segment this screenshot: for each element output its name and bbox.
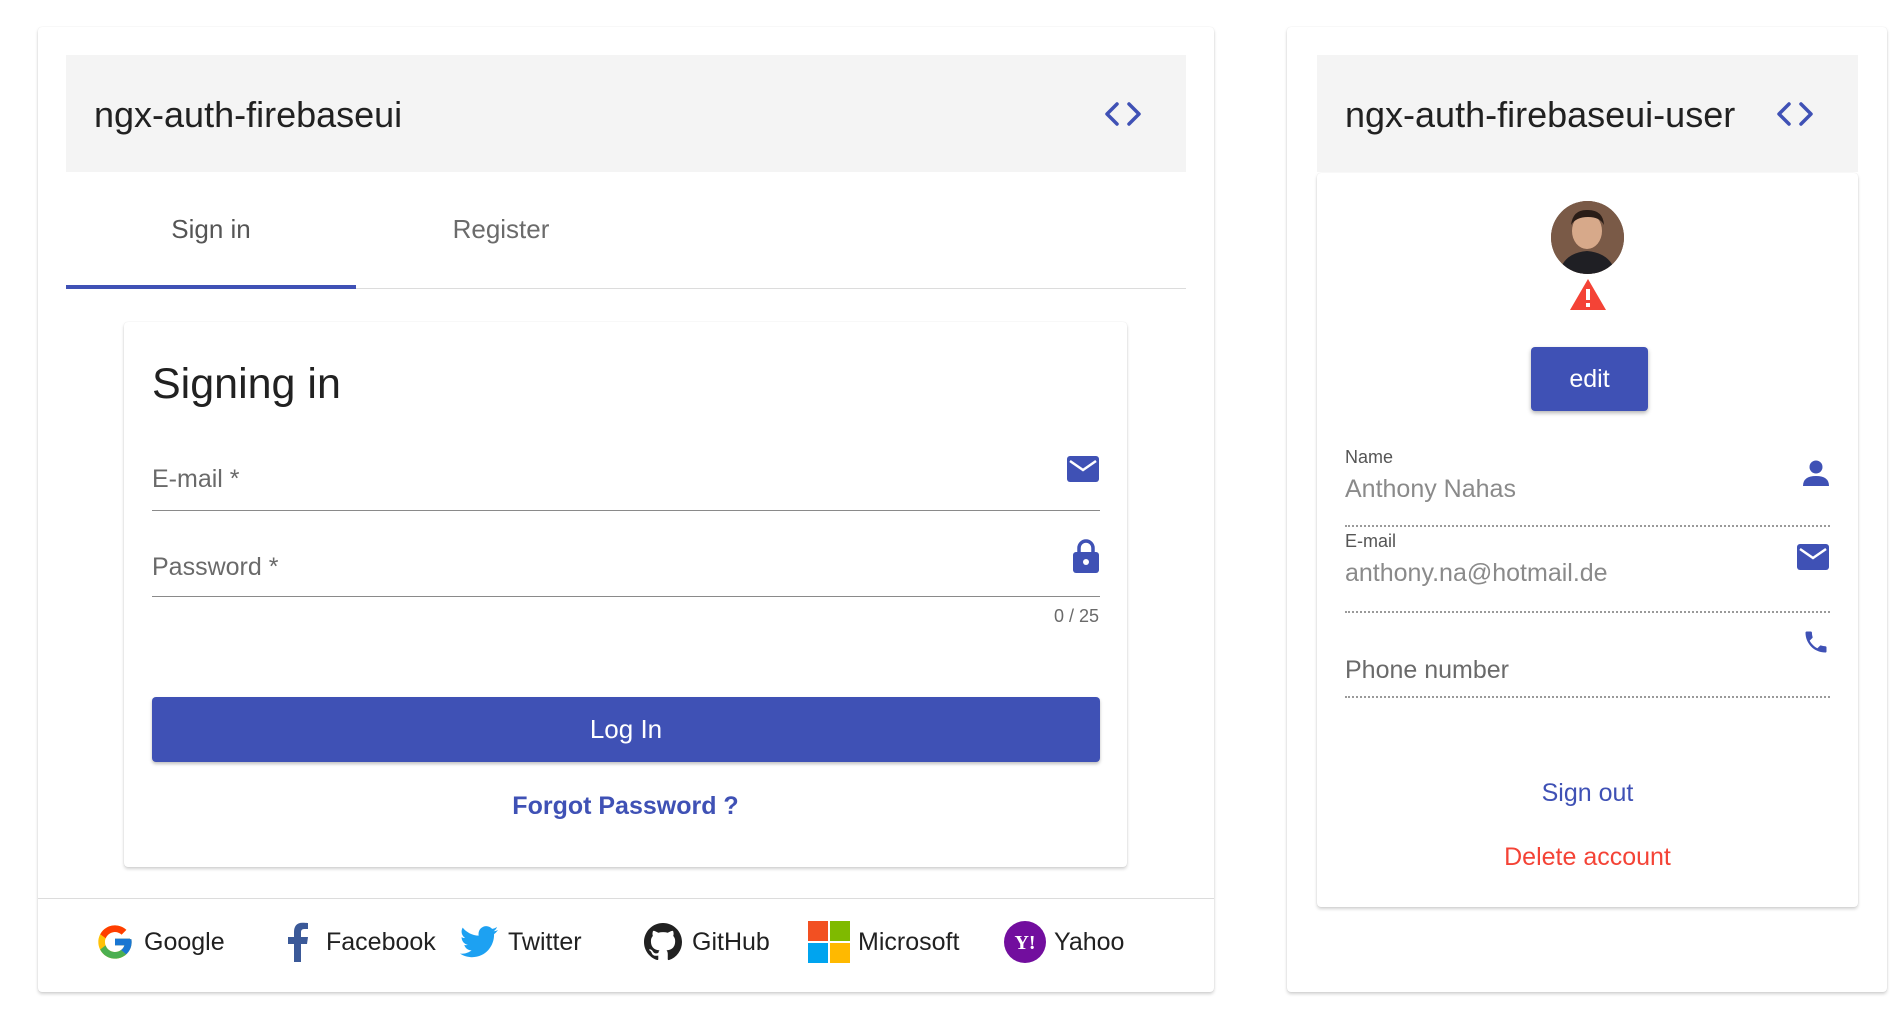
- name-field[interactable]: Name Anthony Nahas: [1345, 447, 1830, 527]
- tab-register[interactable]: Register: [356, 172, 646, 286]
- name-underline: [1345, 525, 1830, 527]
- forgot-password-link[interactable]: Forgot Password ?: [124, 792, 1127, 821]
- mail-icon: [1067, 456, 1099, 482]
- edit-button[interactable]: edit: [1531, 347, 1648, 411]
- tab-label: Register: [452, 213, 550, 244]
- tab-bar: Sign in Register: [66, 172, 1186, 289]
- delete-account-button[interactable]: Delete account: [1317, 843, 1858, 872]
- provider-label: Yahoo: [1054, 927, 1125, 956]
- facebook-icon: [276, 921, 318, 963]
- password-char-counter: 0 / 25: [1053, 606, 1099, 626]
- auth-panel: ngx-auth-firebaseui Sign in Register Sig…: [38, 27, 1214, 992]
- tab-label: Sign in: [171, 213, 251, 244]
- phone-field[interactable]: Phone number: [1345, 616, 1830, 698]
- sign-out-button[interactable]: Sign out: [1317, 779, 1858, 808]
- name-label: Name: [1345, 447, 1394, 467]
- lock-icon: [1073, 539, 1099, 573]
- svg-text:Y!: Y!: [1014, 932, 1035, 954]
- password-label: Password *: [152, 553, 279, 581]
- mail-icon: [1797, 544, 1829, 570]
- twitter-signin-button[interactable]: Twitter: [458, 912, 582, 972]
- login-button-label: Log In: [589, 714, 663, 744]
- microsoft-signin-button[interactable]: Microsoft: [808, 912, 959, 972]
- github-icon: [642, 921, 684, 963]
- warning-icon: [1570, 279, 1606, 310]
- microsoft-icon: [808, 921, 850, 963]
- providers-divider: [38, 898, 1214, 899]
- tab-active-indicator: [66, 285, 356, 289]
- password-underline: [152, 596, 1100, 597]
- panel-title: ngx-auth-firebaseui-user: [1345, 94, 1736, 135]
- avatar: [1551, 201, 1624, 274]
- edit-button-label: edit: [1569, 364, 1610, 393]
- email-label: E-mail *: [152, 465, 240, 493]
- phone-placeholder: Phone number: [1345, 656, 1510, 684]
- google-signin-button[interactable]: Google: [94, 912, 225, 972]
- signin-form-card: Signing in E-mail * Password * 0 / 25 Lo…: [124, 322, 1127, 867]
- email-field[interactable]: E-mail anthony.na@hotmail.de: [1345, 531, 1830, 613]
- google-icon: [94, 921, 136, 963]
- phone-underline: [1345, 696, 1830, 698]
- github-signin-button[interactable]: GitHub: [642, 912, 770, 972]
- email-underline: [152, 510, 1100, 511]
- provider-label: Microsoft: [858, 927, 960, 956]
- phone-icon: [1805, 631, 1827, 653]
- name-value: Anthony Nahas: [1345, 475, 1516, 503]
- code-icon[interactable]: [1775, 99, 1815, 129]
- yahoo-signin-button[interactable]: Y! Yahoo: [1004, 912, 1124, 972]
- email-field[interactable]: E-mail *: [152, 450, 1100, 512]
- provider-label: Twitter: [508, 927, 582, 956]
- tab-sign-in[interactable]: Sign in: [66, 172, 356, 286]
- facebook-signin-button[interactable]: Facebook: [276, 912, 436, 972]
- provider-label: Facebook: [326, 927, 436, 956]
- person-icon: [1803, 460, 1829, 486]
- password-field[interactable]: Password *: [152, 538, 1100, 600]
- signin-heading: Signing in: [152, 360, 341, 408]
- code-icon[interactable]: [1103, 99, 1143, 129]
- yahoo-icon: Y!: [1004, 921, 1046, 963]
- email-value: anthony.na@hotmail.de: [1345, 559, 1608, 587]
- user-profile-card: edit Name Anthony Nahas E-mail anthony.n…: [1317, 173, 1858, 907]
- twitter-icon: [458, 921, 500, 963]
- provider-label: Google: [144, 927, 225, 956]
- user-panel: ngx-auth-firebaseui-user edit Name Antho…: [1287, 27, 1887, 992]
- login-button[interactable]: Log In: [152, 697, 1100, 762]
- provider-label: GitHub: [692, 927, 770, 956]
- panel-title: ngx-auth-firebaseui: [94, 94, 403, 135]
- panel-header: ngx-auth-firebaseui: [66, 55, 1186, 172]
- email-label: E-mail: [1345, 531, 1397, 551]
- panel-header: ngx-auth-firebaseui-user: [1317, 55, 1858, 172]
- email-underline: [1345, 611, 1830, 613]
